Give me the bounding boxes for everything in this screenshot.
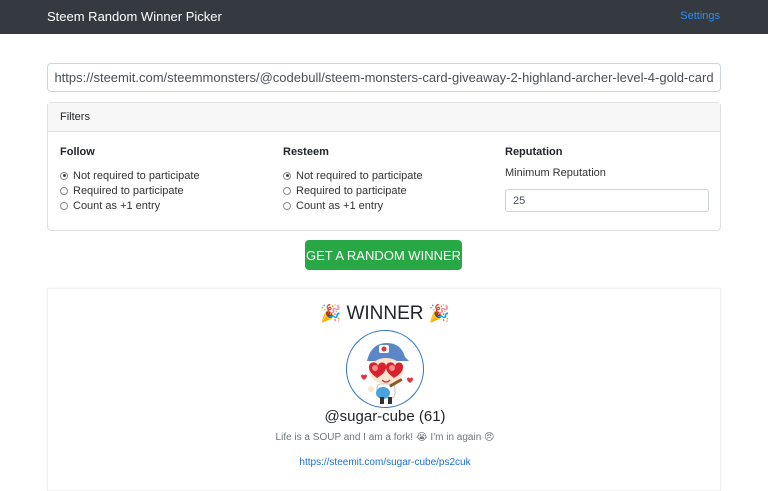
- reputation-title: Reputation: [505, 146, 563, 158]
- resteem-filter-group: Resteem Not required to participate Requ…: [283, 146, 423, 213]
- resteem-option-label: Count as +1 entry: [296, 199, 384, 212]
- winner-title: WINNER: [346, 303, 424, 324]
- radio-unchecked-icon[interactable]: [283, 186, 291, 195]
- winner-username[interactable]: @sugar-cube (61): [48, 408, 722, 425]
- winner-avatar: [346, 330, 424, 408]
- winner-heading: 🎉 WINNER 🎉: [48, 303, 722, 325]
- follow-title: Follow: [60, 146, 95, 158]
- min-reputation-input[interactable]: [505, 189, 709, 212]
- filters-header: Filters: [48, 103, 720, 132]
- resteem-option-required[interactable]: Required to participate: [283, 183, 423, 198]
- party-popper-icon: 🎉: [428, 304, 450, 323]
- post-url-input[interactable]: [47, 63, 721, 92]
- radio-unchecked-icon[interactable]: [283, 201, 291, 210]
- radio-checked-icon[interactable]: [283, 171, 291, 180]
- follow-option-extra-entry[interactable]: Count as +1 entry: [60, 198, 200, 213]
- party-popper-icon: 🎉: [320, 304, 342, 323]
- winner-card: 🎉 WINNER 🎉 @sugar-cube (61) Life is a SO…: [47, 288, 721, 491]
- app-brand[interactable]: Steem Random Winner Picker: [47, 9, 222, 24]
- settings-link[interactable]: Settings: [680, 10, 720, 22]
- follow-option-required[interactable]: Required to participate: [60, 183, 200, 198]
- radio-unchecked-icon[interactable]: [60, 201, 68, 210]
- resteem-option-label: Not required to participate: [296, 169, 423, 182]
- follow-option-label: Count as +1 entry: [73, 199, 161, 212]
- follow-option-label: Required to participate: [73, 184, 184, 197]
- follow-option-not-required[interactable]: Not required to participate: [60, 168, 200, 183]
- winner-post-link[interactable]: https://steemit.com/sugar-cube/ps2cuk: [48, 457, 722, 468]
- resteem-option-extra-entry[interactable]: Count as +1 entry: [283, 198, 423, 213]
- top-navbar: Steem Random Winner Picker Settings: [0, 0, 768, 34]
- avatar-illustration: [361, 343, 413, 404]
- resteem-option-label: Required to participate: [296, 184, 407, 197]
- resteem-title: Resteem: [283, 146, 329, 158]
- resteem-option-not-required[interactable]: Not required to participate: [283, 168, 423, 183]
- get-random-winner-button[interactable]: GET A RANDOM WINNER: [305, 240, 462, 270]
- filters-card: Filters Follow Not required to participa…: [47, 102, 721, 231]
- reputation-filter-group: Reputation Minimum Reputation: [505, 146, 715, 216]
- radio-checked-icon[interactable]: [60, 171, 68, 180]
- radio-unchecked-icon[interactable]: [60, 186, 68, 195]
- min-reputation-label: Minimum Reputation: [505, 167, 606, 179]
- follow-option-label: Not required to participate: [73, 169, 200, 182]
- follow-filter-group: Follow Not required to participate Requi…: [60, 146, 200, 213]
- winner-bio: Life is a SOUP and I am a fork! 😭 I'm in…: [275, 432, 495, 443]
